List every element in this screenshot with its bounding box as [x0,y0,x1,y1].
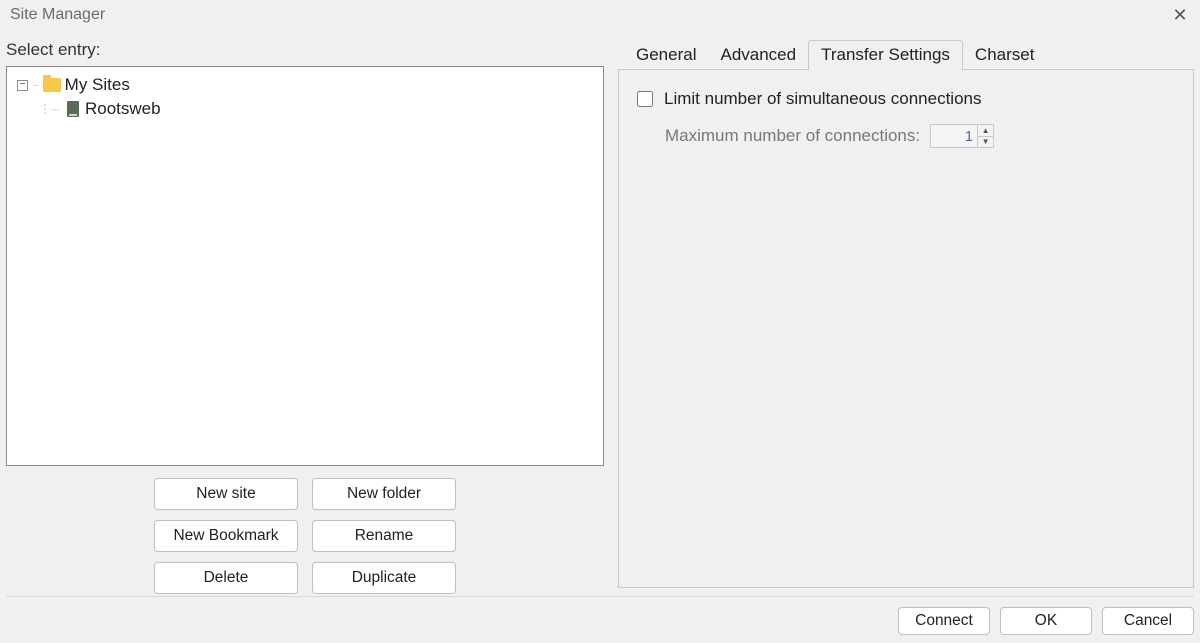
limit-connections-row: Limit number of simultaneous connections [633,88,1179,110]
spinner-down-icon[interactable]: ▼ [978,137,993,148]
max-connections-spinner[interactable]: ▲ ▼ [930,124,994,148]
ok-button[interactable]: OK [1000,607,1092,635]
server-icon [67,101,79,117]
left-pane: Select entry: − ·· My Sites ⋮··· Rootswe… [6,36,604,594]
close-icon[interactable]: ✕ [1168,5,1192,26]
tree-item-label: Rootsweb [85,99,161,119]
transfer-settings-panel: Limit number of simultaneous connections… [618,70,1194,588]
tree-root-my-sites[interactable]: − ·· My Sites [11,73,599,97]
new-bookmark-button[interactable]: New Bookmark [154,520,298,552]
tab-transfer-settings[interactable]: Transfer Settings [808,40,963,71]
site-action-buttons: New site New folder New Bookmark Rename … [6,478,604,594]
tree-item-rootsweb[interactable]: ⋮··· Rootsweb [11,97,599,121]
rename-button[interactable]: Rename [312,520,456,552]
collapse-icon[interactable]: − [17,80,28,91]
tabstrip: General Advanced Transfer Settings Chars… [618,40,1194,70]
tab-advanced[interactable]: Advanced [708,41,808,70]
tab-charset[interactable]: Charset [963,41,1047,70]
tree-connector: ⋮··· [39,102,59,116]
titlebar: Site Manager ✕ [0,0,1200,30]
folder-icon [43,78,61,92]
limit-connections-label: Limit number of simultaneous connections [664,89,982,109]
dialog-footer: Connect OK Cancel [6,596,1194,635]
new-folder-button[interactable]: New folder [312,478,456,510]
right-pane: General Advanced Transfer Settings Chars… [618,36,1194,594]
duplicate-button[interactable]: Duplicate [312,562,456,594]
limit-connections-checkbox[interactable] [637,91,653,107]
tree-root-label: My Sites [65,75,130,95]
delete-button[interactable]: Delete [154,562,298,594]
select-entry-label: Select entry: [6,36,604,66]
connect-button[interactable]: Connect [898,607,990,635]
max-connections-row: Maximum number of connections: ▲ ▼ [633,124,1179,148]
cancel-button[interactable]: Cancel [1102,607,1194,635]
max-connections-label: Maximum number of connections: [665,126,920,146]
site-tree[interactable]: − ·· My Sites ⋮··· Rootsweb [6,66,604,466]
window-title: Site Manager [10,6,105,24]
new-site-button[interactable]: New site [154,478,298,510]
dialog-body: Select entry: − ·· My Sites ⋮··· Rootswe… [0,30,1200,594]
spinner-buttons: ▲ ▼ [978,124,994,148]
tab-general[interactable]: General [624,41,708,70]
max-connections-input[interactable] [930,124,978,148]
tree-connector: ·· [33,80,38,91]
spinner-up-icon[interactable]: ▲ [978,125,993,137]
